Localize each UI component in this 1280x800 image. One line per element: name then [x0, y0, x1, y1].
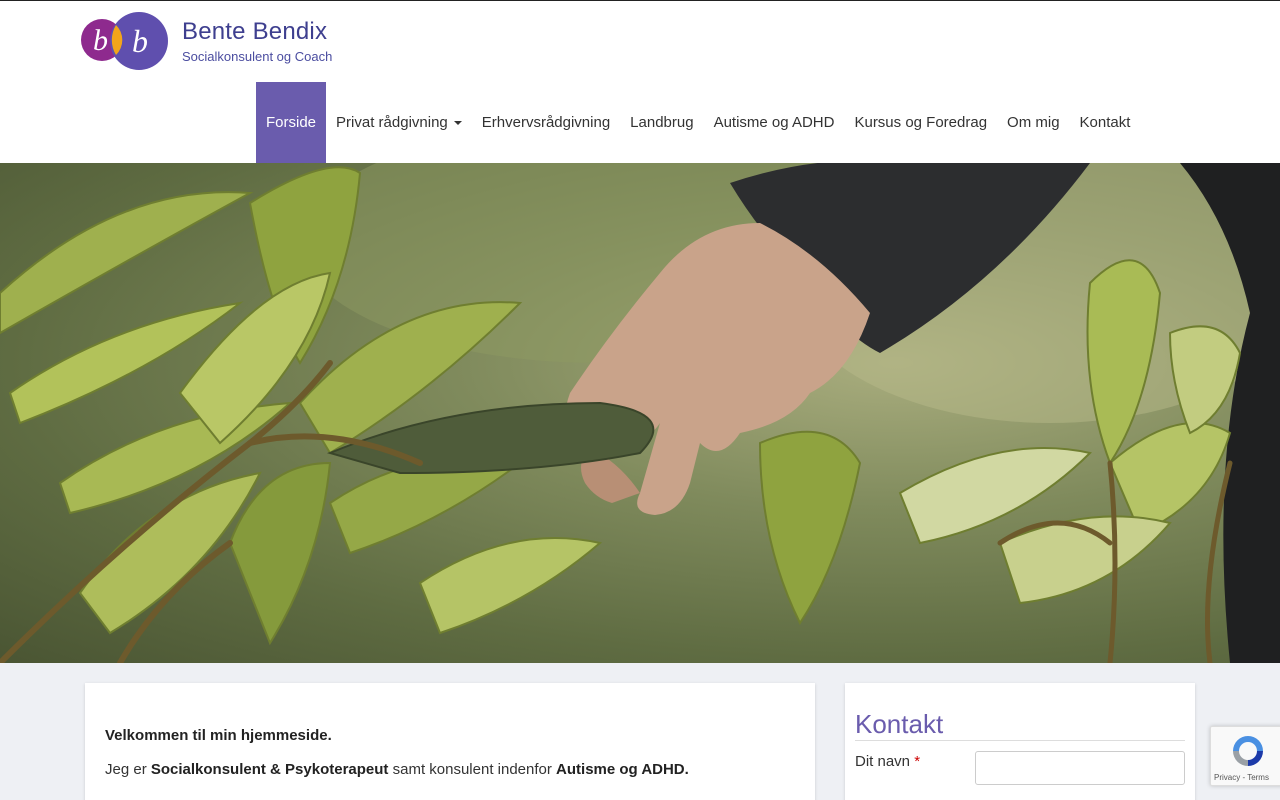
logo-mark-icon: b b	[81, 12, 168, 70]
welcome-text: Velkommen til min hjemmeside.	[105, 727, 332, 744]
main-content-card: Velkommen til min hjemmeside. Jeg er Soc…	[85, 683, 815, 800]
welcome-heading: Velkommen til min hjemmeside.	[105, 727, 332, 744]
logo-name: Bente Bendix	[182, 18, 328, 45]
contact-sidebar-card: Kontakt Dit navn *	[845, 683, 1195, 800]
nav-item-landbrug[interactable]: Landbrug	[620, 82, 703, 163]
main-nav: Forside Privat rådgivning Erhvervsrådgiv…	[256, 82, 1140, 163]
logo-subtitle: Socialkonsulent og Coach	[182, 49, 333, 64]
name-field-input[interactable]	[975, 751, 1185, 785]
intro-field: Autisme og ADHD.	[556, 761, 689, 778]
nav-item-autisme-adhd[interactable]: Autisme og ADHD	[704, 82, 845, 163]
contact-title-divider	[855, 740, 1185, 741]
caret-down-icon	[453, 120, 462, 125]
intro-prefix: Jeg er	[105, 761, 151, 778]
nav-item-label: Privat rådgivning	[336, 114, 448, 131]
nav-item-om-mig[interactable]: Om mig	[997, 82, 1070, 163]
nav-item-kontakt[interactable]: Kontakt	[1070, 82, 1141, 163]
hero-image	[0, 163, 1280, 663]
intro-paragraph: Jeg er Socialkonsulent & Psykoterapeut s…	[105, 761, 689, 778]
logo-initial-right: b	[132, 23, 148, 59]
nav-item-kursus-foredrag[interactable]: Kursus og Foredrag	[844, 82, 997, 163]
recaptcha-icon	[1233, 736, 1263, 766]
hero-plant-hand-illustration	[0, 163, 1280, 663]
recaptcha-links[interactable]: Privacy - Terms	[1214, 773, 1269, 782]
site-logo[interactable]: b b Bente Bendix Socialkonsulent og Coac…	[80, 12, 360, 72]
intro-middle: samt konsulent indenfor	[388, 761, 557, 778]
logo-initial-left: b	[93, 24, 108, 57]
nav-item-privat-radgivning[interactable]: Privat rådgivning	[326, 82, 472, 163]
required-marker: *	[914, 753, 921, 770]
contact-title: Kontakt	[855, 709, 944, 739]
site-header: b b Bente Bendix Socialkonsulent og Coac…	[0, 1, 1280, 163]
name-label-text: Dit navn	[855, 753, 911, 770]
intro-role: Socialkonsulent & Psykoterapeut	[150, 761, 389, 778]
nav-item-forside[interactable]: Forside	[256, 82, 327, 163]
nav-item-erhvervsradgivning[interactable]: Erhvervsrådgivning	[472, 82, 620, 163]
name-field-label: Dit navn *	[855, 753, 920, 770]
recaptcha-badge[interactable]: Privacy - Terms	[1210, 726, 1280, 786]
